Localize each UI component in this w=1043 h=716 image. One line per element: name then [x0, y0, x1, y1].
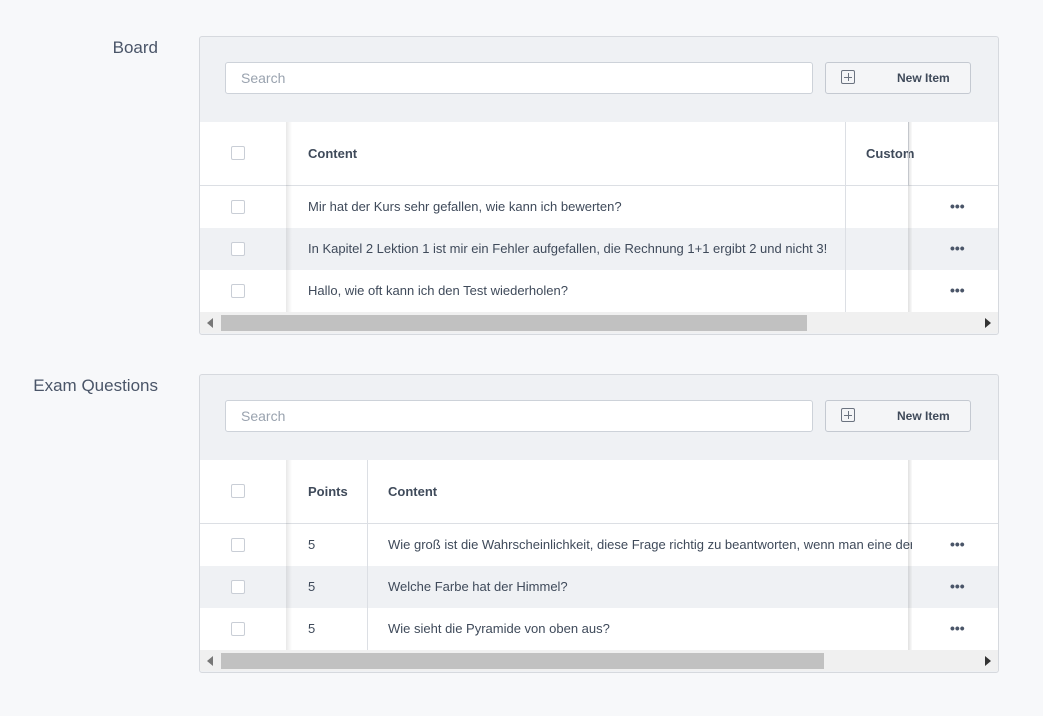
table-row[interactable]: 5 Wie groß ist die Wahrscheinlichkeit, d…: [200, 524, 998, 566]
scrollbar-thumb[interactable]: [221, 653, 824, 669]
row-checkbox[interactable]: [231, 200, 245, 214]
board-table: Content Custom Mir hat der Kurs sehr gef…: [200, 122, 998, 312]
cell-points: 5: [308, 621, 316, 636]
left-sticky-shadow: [286, 460, 292, 650]
board-new-item-button[interactable]: New Item: [825, 62, 971, 94]
actions-column: ••• ••• •••: [908, 460, 998, 650]
column-header-content[interactable]: Content: [308, 146, 357, 161]
exam-search-input[interactable]: [225, 400, 813, 432]
row-checkbox[interactable]: [231, 538, 245, 552]
plus-square-icon: [841, 70, 855, 84]
column-header-points[interactable]: Points: [308, 484, 348, 499]
table-row[interactable]: 5 Wie sieht die Pyramide von oben aus?: [200, 608, 998, 650]
board-section-label: Board: [112, 38, 158, 57]
cell-content: Wie groß ist die Wahrscheinlichkeit, die…: [388, 537, 915, 552]
cell-points: 5: [308, 537, 316, 552]
cell-content: Wie sieht die Pyramide von oben aus?: [388, 621, 610, 636]
cell-content: Welche Farbe hat der Himmel?: [388, 579, 568, 594]
more-actions-icon[interactable]: •••: [950, 282, 965, 298]
scroll-right-arrow-icon[interactable]: [985, 656, 991, 666]
actions-column-shadow: [908, 122, 912, 312]
exam-table: Points Content 5 Wie groß ist die Wahrsc…: [200, 460, 998, 650]
more-actions-icon[interactable]: •••: [950, 198, 965, 214]
cell-content: Mir hat der Kurs sehr gefallen, wie kann…: [308, 199, 622, 214]
horizontal-scrollbar[interactable]: [200, 312, 998, 333]
new-item-label: New Item: [897, 409, 950, 423]
exam-new-item-button[interactable]: New Item: [825, 400, 971, 432]
select-all-checkbox[interactable]: [231, 484, 245, 498]
column-divider: [845, 122, 846, 312]
new-item-label: New Item: [897, 71, 950, 85]
row-checkbox[interactable]: [231, 622, 245, 636]
table-row[interactable]: 5 Welche Farbe hat der Himmel?: [200, 566, 998, 608]
actions-cell-bg: [912, 460, 998, 523]
exam-section-label: Exam Questions: [33, 376, 158, 395]
scroll-left-arrow-icon[interactable]: [207, 656, 213, 666]
scroll-right-arrow-icon[interactable]: [985, 318, 991, 328]
table-header: Content Custom: [200, 122, 998, 186]
table-header: Points Content: [200, 460, 998, 524]
more-actions-icon[interactable]: •••: [950, 620, 965, 636]
more-actions-icon[interactable]: •••: [950, 578, 965, 594]
cell-points: 5: [308, 579, 316, 594]
horizontal-scrollbar[interactable]: [200, 650, 998, 671]
actions-header-border: [912, 523, 998, 524]
left-sticky-shadow: [286, 122, 292, 312]
scroll-left-arrow-icon[interactable]: [207, 318, 213, 328]
column-header-content[interactable]: Content: [388, 484, 437, 499]
row-checkbox[interactable]: [231, 242, 245, 256]
cell-content: In Kapitel 2 Lektion 1 ist mir ein Fehle…: [308, 241, 828, 256]
board-search-input[interactable]: [225, 62, 813, 94]
scrollbar-thumb[interactable]: [221, 315, 807, 331]
board-panel: New Item Content Custom Mir hat der Kurs…: [199, 36, 999, 335]
exam-panel: New Item Points Content 5 Wie groß ist d…: [199, 374, 999, 673]
select-all-checkbox[interactable]: [231, 146, 245, 160]
plus-square-icon: [841, 408, 855, 422]
table-row[interactable]: Mir hat der Kurs sehr gefallen, wie kann…: [200, 186, 998, 228]
actions-column: ••• ••• •••: [908, 122, 998, 312]
column-divider: [367, 460, 368, 650]
row-checkbox[interactable]: [231, 580, 245, 594]
more-actions-icon[interactable]: •••: [950, 240, 965, 256]
more-actions-icon[interactable]: •••: [950, 536, 965, 552]
table-row[interactable]: Hallo, wie oft kann ich den Test wiederh…: [200, 270, 998, 312]
row-checkbox[interactable]: [231, 284, 245, 298]
cell-content: Hallo, wie oft kann ich den Test wiederh…: [308, 283, 568, 298]
table-row[interactable]: In Kapitel 2 Lektion 1 ist mir ein Fehle…: [200, 228, 998, 270]
